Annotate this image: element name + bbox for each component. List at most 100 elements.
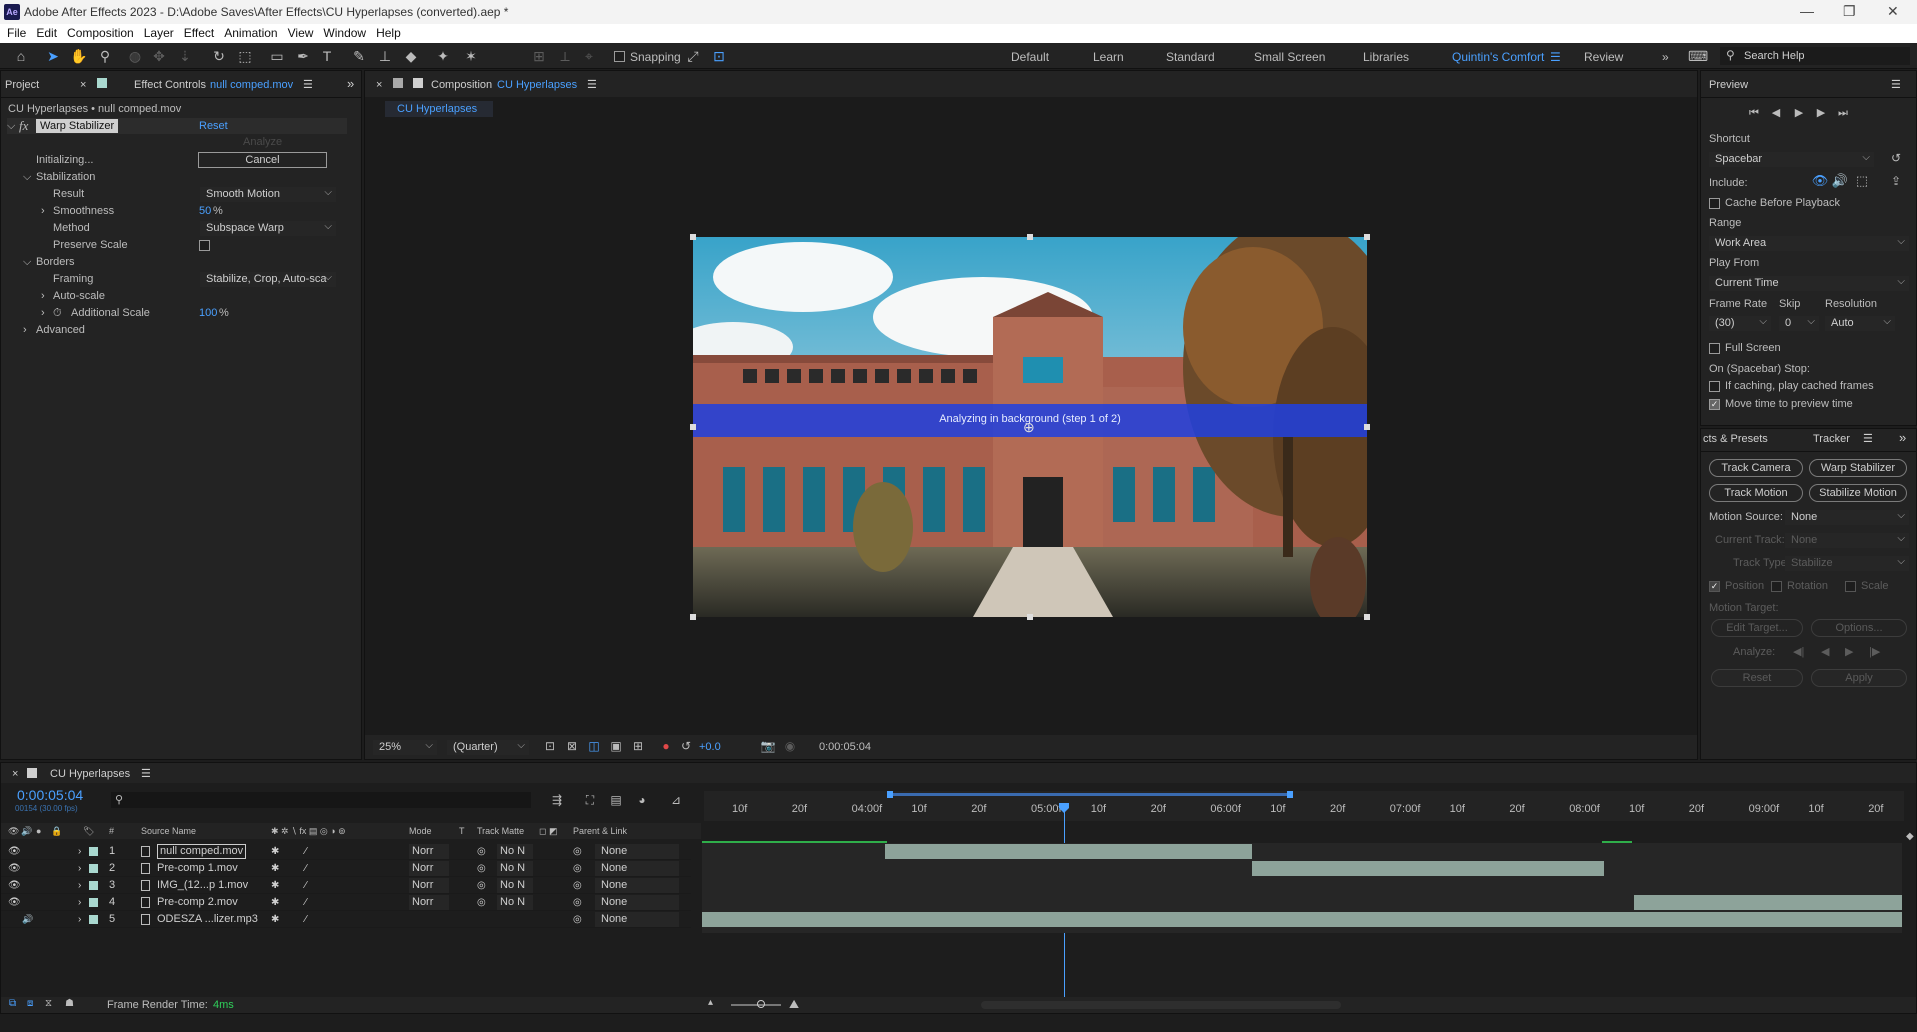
preserve-transparency-icon[interactable]: ◎ [477, 877, 486, 894]
reset-exposure-icon[interactable]: ↺ [677, 737, 695, 755]
tab-effect-file[interactable]: null comped.mov [210, 79, 293, 91]
menu-help[interactable]: Help [369, 24, 401, 40]
collapse-effect-icon[interactable]: ⌵ [7, 118, 15, 134]
shy-layers-icon[interactable]: ▤ [607, 791, 625, 809]
smoothness-expand-icon[interactable]: › [41, 203, 45, 219]
menu-composition[interactable]: Composition [60, 24, 134, 40]
video-switch-icon[interactable]: 👁 [8, 823, 19, 839]
menu-effect[interactable]: Effect [177, 24, 214, 40]
analyze-forward-icon[interactable]: ▶ [1845, 644, 1853, 660]
show-snapshot-icon[interactable]: ◉ [781, 737, 799, 755]
layer-label-swatch[interactable] [89, 847, 98, 856]
preview-menu-icon[interactable]: ☰ [1891, 78, 1901, 91]
result-dropdown[interactable]: Smooth Motion [200, 185, 336, 202]
track-matte-header[interactable]: Track Matte [477, 823, 524, 839]
video-eye-icon[interactable]: 👁 [8, 843, 21, 860]
matte-icons[interactable]: ◻ ◩ [539, 823, 557, 839]
analyze-button[interactable]: Analyze [243, 134, 282, 150]
menu-view[interactable]: View [281, 24, 314, 40]
video-eye-icon[interactable]: 👁 [8, 894, 21, 911]
tracker-reset-button[interactable]: Reset [1711, 669, 1803, 687]
layer-bar-5[interactable] [702, 912, 1902, 927]
play-icon[interactable]: ▶ [1790, 104, 1808, 122]
collapse-switch-icon[interactable]: ✱ [271, 877, 279, 894]
layer-matte-dropdown[interactable]: No N [497, 861, 533, 876]
zoom-slider-knob[interactable] [757, 1000, 765, 1008]
layer-mode-dropdown[interactable]: Norr [409, 861, 449, 876]
smoothness-value[interactable]: 50 [199, 203, 211, 219]
layer-label-swatch[interactable] [89, 864, 98, 873]
timeline-current-time[interactable]: 0:00:05:04 [17, 787, 83, 803]
effect-reset-link[interactable]: Reset [199, 118, 228, 134]
next-frame-icon[interactable]: ▶ [1812, 104, 1830, 122]
layer-bar-2[interactable] [1252, 861, 1604, 876]
world-axis-icon[interactable]: ⌖ [580, 47, 598, 65]
layer-handle-ml[interactable] [690, 424, 696, 430]
collapse-switch-icon[interactable]: ✱ [271, 860, 279, 877]
quality-switch-icon[interactable]: ∕ [305, 894, 307, 911]
layer-source-name[interactable]: IMG_(12...p 1.mov [157, 877, 248, 894]
label-column-icon[interactable]: 🏷 [83, 823, 94, 839]
cache-before-playback-checkbox[interactable] [1709, 198, 1720, 209]
audio-toggle-icon[interactable]: 🔊 [22, 911, 33, 928]
panel-overflow-icon[interactable]: » [347, 76, 354, 91]
layer-matte-dropdown[interactable]: No N [497, 844, 533, 859]
workspace-libraries[interactable]: Libraries [1363, 50, 1409, 64]
frame-rate-dropdown[interactable]: (30) [1709, 314, 1771, 331]
pick-whip-icon[interactable]: ◎ [573, 843, 582, 860]
frame-blending-icon[interactable]: ◕ [633, 791, 651, 809]
tab-project[interactable]: Project [5, 79, 39, 91]
workspace-small-screen[interactable]: Small Screen [1254, 50, 1325, 64]
toggle-mask-icon[interactable]: ▣ [607, 737, 625, 755]
fx-icon[interactable]: fx [19, 118, 28, 134]
parent-header[interactable]: Parent & Link [573, 823, 627, 839]
zoom-in-icon[interactable]: ⛰ [789, 997, 799, 1012]
layer-row[interactable]: 👁 › 1 null comped.mov ✱ ∕ Norr ◎ No N ◎ None [1, 843, 691, 860]
layer-source-name[interactable]: null comped.mov [157, 844, 247, 859]
draft-3d-icon[interactable]: ⛶ [581, 791, 599, 809]
transparency-grid-icon[interactable]: ⊠ [563, 737, 581, 755]
layer-bar-4[interactable] [1634, 895, 1902, 910]
layer-handle-tr[interactable] [1364, 234, 1370, 240]
keyboard-icon[interactable]: ⌨ [1688, 47, 1708, 65]
stabilization-toggle-icon[interactable]: ⌵ [23, 169, 31, 185]
range-dropdown[interactable]: Work Area [1709, 234, 1909, 251]
work-area-start-handle[interactable] [887, 791, 893, 798]
analyze-back-icon[interactable]: ◀| [1793, 644, 1804, 660]
exposure-value[interactable]: +0.0 [699, 741, 721, 753]
timeline-search-input[interactable]: ⚲ [111, 792, 531, 808]
borders-toggle-icon[interactable]: ⌵ [23, 254, 31, 270]
preserve-scale-checkbox[interactable] [199, 240, 210, 251]
framing-dropdown[interactable]: Stabilize, Crop, Auto-sca [200, 272, 336, 287]
zoom-slider[interactable] [731, 1004, 781, 1006]
warp-stabilizer-button[interactable]: Warp Stabilizer [1809, 459, 1907, 477]
stabilization-group[interactable]: Stabilization [36, 169, 95, 185]
include-audio-icon[interactable]: 🔊 [1831, 172, 1849, 190]
tab-composition-name[interactable]: CU Hyperlapses [497, 79, 577, 91]
close-timeline-tab-icon[interactable]: × [12, 768, 18, 780]
preserve-transparency-icon[interactable]: ◎ [477, 860, 486, 877]
quality-switch-icon[interactable]: ∕ [305, 877, 307, 894]
pick-whip-icon[interactable]: ◎ [573, 911, 582, 928]
expand-switches-icon[interactable]: ⧉ [9, 998, 16, 1009]
color-channels-icon[interactable]: ● [657, 737, 675, 755]
resolution-dropdown[interactable]: (Quarter) [447, 738, 529, 755]
collapse-switch-icon[interactable]: ✱ [271, 843, 279, 860]
position-checkbox[interactable]: ✓ [1709, 581, 1720, 592]
expand-layer-icon[interactable]: › [78, 843, 81, 860]
track-camera-button[interactable]: Track Camera [1709, 459, 1803, 477]
close-tab-icon[interactable]: × [80, 79, 86, 91]
rotation-checkbox[interactable] [1771, 581, 1782, 592]
additional-scale-value[interactable]: 100 [199, 305, 217, 321]
layer-label-swatch[interactable] [89, 898, 98, 907]
autoscale-expand-icon[interactable]: › [41, 288, 45, 304]
quality-switch-icon[interactable]: ∕ [305, 843, 307, 860]
pen-tool-icon[interactable]: ✒ [294, 47, 312, 65]
snapshot-icon[interactable]: 📷 [759, 737, 777, 755]
layer-row[interactable]: 👁 › 4 Pre-comp 2.mov ✱ ∕ Norr ◎ No N ◎ None [1, 894, 691, 911]
expand-layer-icon[interactable]: › [78, 894, 81, 911]
layer-row[interactable]: 👁 › 2 Pre-comp 1.mov ✱ ∕ Norr ◎ No N ◎ None [1, 860, 691, 877]
layer-label-swatch[interactable] [89, 915, 98, 924]
snap-edges-icon[interactable]: ⤢ [684, 47, 702, 65]
lock-switch-icon[interactable]: 🔒 [51, 823, 62, 839]
